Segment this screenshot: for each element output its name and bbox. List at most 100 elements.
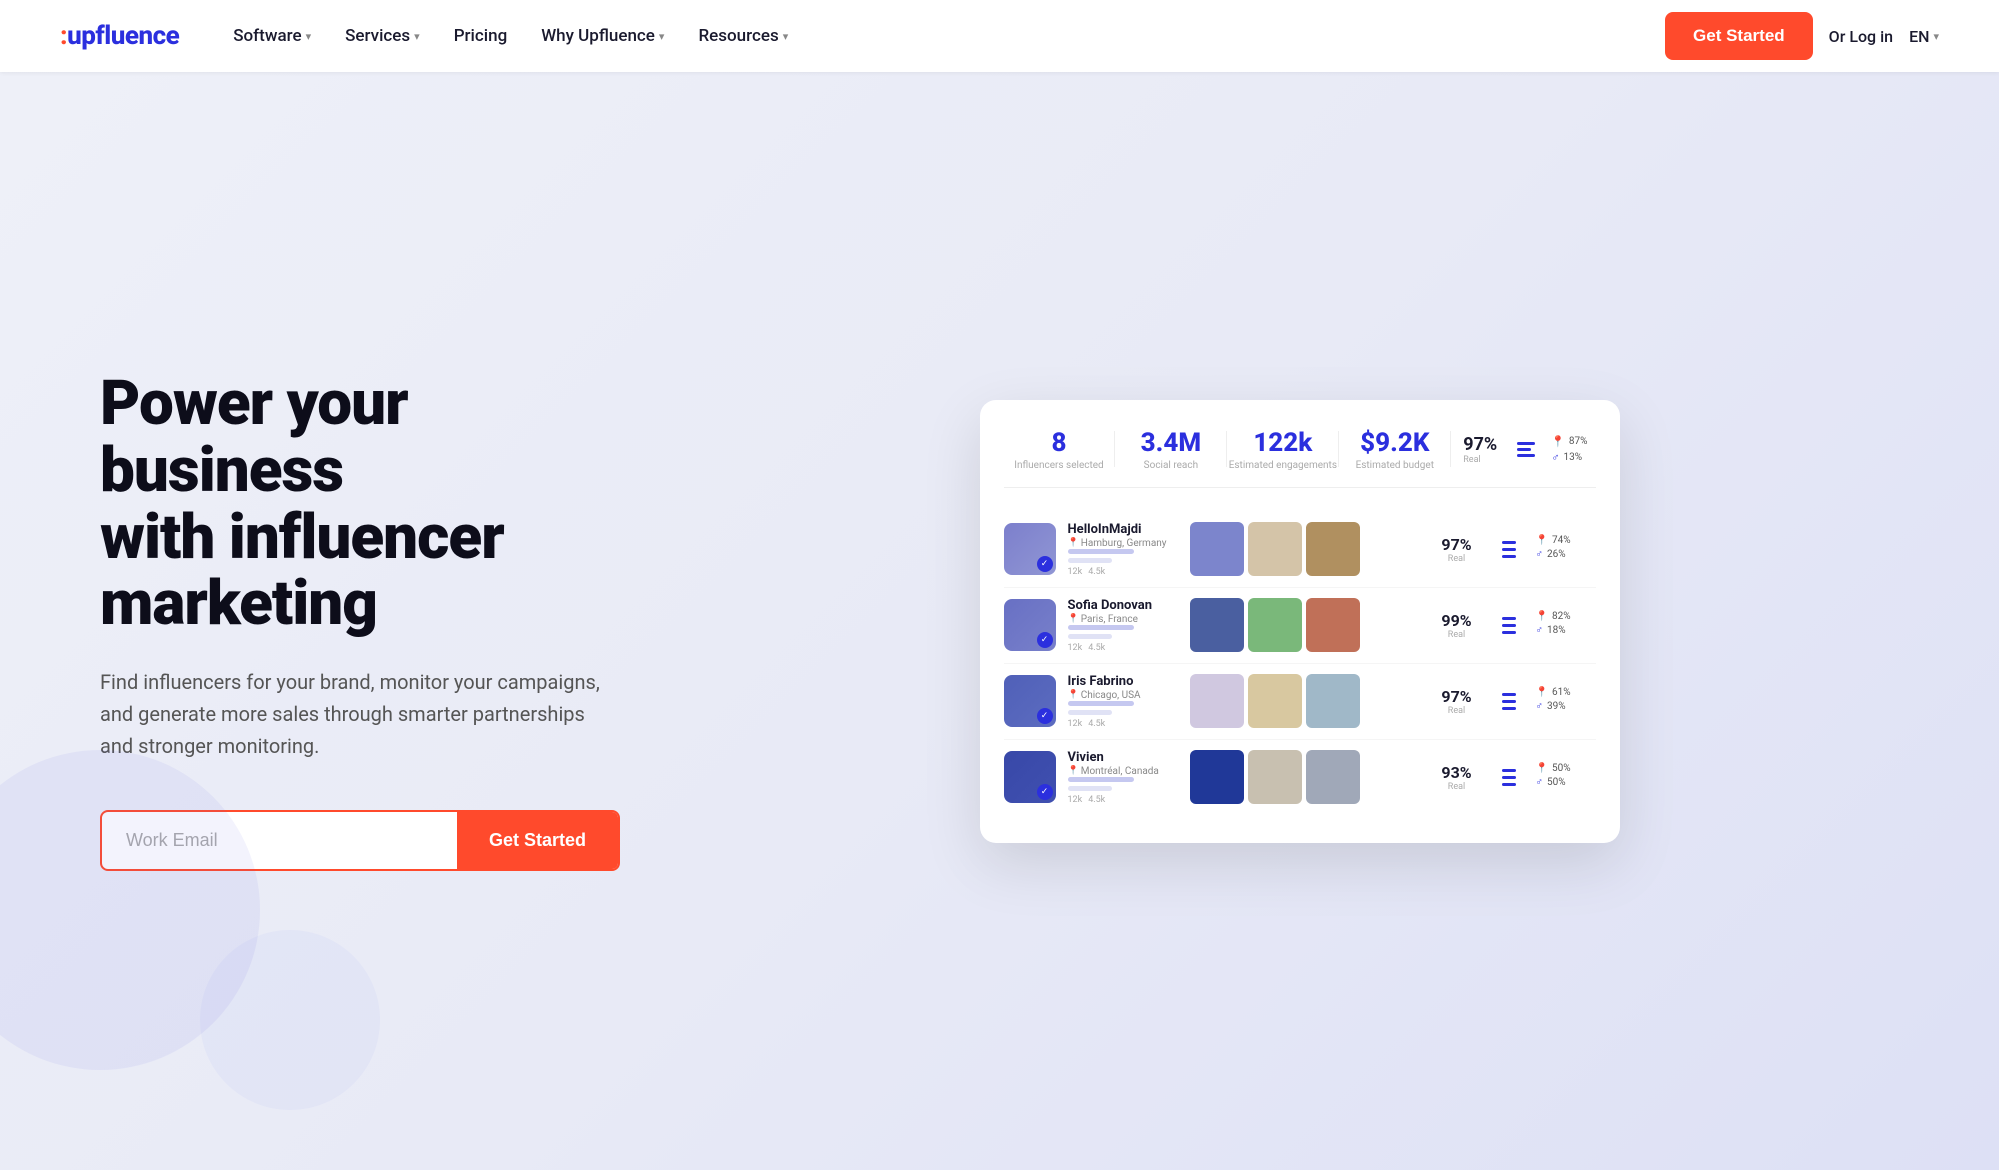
action-bar-icon bbox=[1502, 555, 1516, 558]
email-input[interactable] bbox=[102, 812, 457, 869]
female-icon: 📍 bbox=[1536, 763, 1548, 774]
influencer-location: 📍 Paris, France bbox=[1068, 614, 1178, 625]
influencer-row: ✓ Vivien 📍 Montréal, Canada 12k4.5k bbox=[1004, 740, 1596, 815]
checkmark-icon: ✓ bbox=[1037, 784, 1053, 800]
nav-cta-button[interactable]: Get Started bbox=[1665, 12, 1813, 60]
influencer-photo-2 bbox=[1248, 750, 1302, 804]
login-link[interactable]: Or Log in bbox=[1829, 27, 1893, 46]
influencer-photos bbox=[1190, 750, 1420, 804]
nav-item-pricing[interactable]: Pricing bbox=[440, 20, 522, 52]
hero-cta-button[interactable]: Get Started bbox=[457, 812, 618, 869]
nav-item-software[interactable]: Software ▾ bbox=[219, 20, 325, 52]
location-pin-icon: 📍 bbox=[1068, 690, 1079, 700]
influencer-name: Iris Fabrino bbox=[1068, 674, 1178, 689]
checkmark-icon: ✓ bbox=[1037, 556, 1053, 572]
score-value: 97% bbox=[1432, 687, 1482, 706]
influencer-counts: 12k4.5k bbox=[1068, 567, 1178, 577]
hero-right: 8 Influencers selected 3.4M Social reach… bbox=[680, 400, 1919, 843]
logo[interactable]: :upfluence bbox=[60, 21, 179, 51]
influencer-info: HelloInMajdi 📍 Hamburg, Germany 12k4.5k bbox=[1068, 522, 1178, 577]
influencer-photo-1 bbox=[1190, 522, 1244, 576]
stat-value-engagements: 122k bbox=[1227, 428, 1338, 458]
influencer-actions[interactable] bbox=[1494, 617, 1524, 634]
influencer-row: ✓ HelloInMajdi 📍 Hamburg, Germany 12k4.5… bbox=[1004, 512, 1596, 588]
stat-label-engagements: Estimated engagements bbox=[1227, 460, 1338, 471]
male-pct: 50% bbox=[1547, 777, 1566, 788]
female-stat: 📍 82% bbox=[1536, 611, 1596, 622]
influencer-gender: 📍 61% ♂ 39% bbox=[1536, 687, 1596, 715]
influencer-photos bbox=[1190, 598, 1420, 652]
influencer-info: Sofia Donovan 📍 Paris, France 12k4.5k bbox=[1068, 598, 1178, 653]
navbar: :upfluence Software ▾ Services ▾ Pricing… bbox=[0, 0, 1999, 72]
influencer-info: Vivien 📍 Montréal, Canada 12k4.5k bbox=[1068, 750, 1178, 805]
action-bar-icon bbox=[1502, 707, 1516, 710]
hero-left: Power your business with influencer mark… bbox=[100, 371, 620, 872]
chevron-down-icon: ▾ bbox=[783, 30, 789, 43]
influencer-counts: 12k4.5k bbox=[1068, 719, 1178, 729]
influencer-photo-1 bbox=[1190, 674, 1244, 728]
female-stat: 📍 61% bbox=[1536, 687, 1596, 698]
female-pct: 74% bbox=[1552, 535, 1571, 546]
female-icon: 📍 bbox=[1536, 535, 1548, 546]
stats-row: 8 Influencers selected 3.4M Social reach… bbox=[1004, 428, 1596, 488]
influencer-photo-2 bbox=[1248, 674, 1302, 728]
score-value: 99% bbox=[1432, 611, 1482, 630]
influencer-counts: 12k4.5k bbox=[1068, 795, 1178, 805]
influencer-location: 📍 Chicago, USA bbox=[1068, 690, 1178, 701]
action-bar-icon bbox=[1502, 776, 1516, 779]
stat-value-reach: 3.4M bbox=[1115, 428, 1226, 458]
influencer-gender: 📍 50% ♂ 50% bbox=[1536, 763, 1596, 791]
influencer-stats-bars bbox=[1068, 625, 1178, 639]
stat-value-influencers: 8 bbox=[1004, 428, 1115, 458]
chevron-down-icon: ▾ bbox=[414, 30, 420, 43]
score-label: Real bbox=[1432, 706, 1482, 716]
stat-value-budget: $9.2K bbox=[1339, 428, 1450, 458]
influencer-photo-2 bbox=[1248, 522, 1302, 576]
decorative-blob-2 bbox=[200, 930, 380, 1110]
influencer-location: 📍 Montréal, Canada bbox=[1068, 766, 1178, 777]
female-pct: 61% bbox=[1552, 687, 1571, 698]
influencer-actions[interactable] bbox=[1494, 769, 1524, 786]
influencer-name: Sofia Donovan bbox=[1068, 598, 1178, 613]
male-stat: ♂ 26% bbox=[1536, 549, 1596, 560]
action-bar-icon bbox=[1502, 769, 1516, 772]
influencer-actions[interactable] bbox=[1494, 693, 1524, 710]
nav-item-why[interactable]: Why Upfluence ▾ bbox=[527, 20, 678, 52]
influencer-photo-3 bbox=[1306, 522, 1360, 576]
influencer-stats-bars bbox=[1068, 549, 1178, 563]
male-icon: ♂ bbox=[1536, 777, 1544, 788]
stat-budget: $9.2K Estimated budget bbox=[1339, 428, 1450, 471]
dashboard-card: 8 Influencers selected 3.4M Social reach… bbox=[980, 400, 1620, 843]
female-stat: 📍 74% bbox=[1536, 535, 1596, 546]
hero-subtext: Find influencers for your brand, monitor… bbox=[100, 666, 620, 762]
influencer-actions[interactable] bbox=[1494, 541, 1524, 558]
stat-label-reach: Social reach bbox=[1115, 460, 1226, 471]
checkmark-icon: ✓ bbox=[1037, 632, 1053, 648]
influencer-photos bbox=[1190, 522, 1420, 576]
action-bar-icon bbox=[1502, 700, 1516, 703]
score-label: Real bbox=[1432, 554, 1482, 564]
hero-form: Get Started bbox=[100, 810, 620, 871]
influencer-info: Iris Fabrino 📍 Chicago, USA 12k4.5k bbox=[1068, 674, 1178, 729]
influencer-gender: 📍 74% ♂ 26% bbox=[1536, 535, 1596, 563]
stat-gender: 📍 87% ♂ 13% bbox=[1543, 435, 1595, 464]
pin-icon: 📍 bbox=[1551, 435, 1565, 448]
influencer-photo-1 bbox=[1190, 598, 1244, 652]
score-value: 97% bbox=[1432, 535, 1482, 554]
nav-right: Get Started Or Log in EN ▾ bbox=[1665, 12, 1939, 60]
male-pct: 26% bbox=[1547, 549, 1566, 560]
female-icon: 📍 bbox=[1536, 611, 1548, 622]
language-selector[interactable]: EN ▾ bbox=[1909, 27, 1939, 46]
male-stat: ♂ 39% bbox=[1536, 701, 1596, 712]
stat-influencers: 8 Influencers selected bbox=[1004, 428, 1115, 471]
score-value: 93% bbox=[1432, 763, 1482, 782]
nav-item-services[interactable]: Services ▾ bbox=[331, 20, 434, 52]
influencer-photos bbox=[1190, 674, 1420, 728]
female-icon: 📍 bbox=[1536, 687, 1548, 698]
location-pin-icon: 📍 bbox=[1068, 614, 1079, 624]
action-bar-icon bbox=[1502, 624, 1516, 627]
influencer-gender: 📍 82% ♂ 18% bbox=[1536, 611, 1596, 639]
action-bar-icon bbox=[1502, 541, 1516, 544]
influencer-photo-2 bbox=[1248, 598, 1302, 652]
nav-item-resources[interactable]: Resources ▾ bbox=[684, 20, 802, 52]
